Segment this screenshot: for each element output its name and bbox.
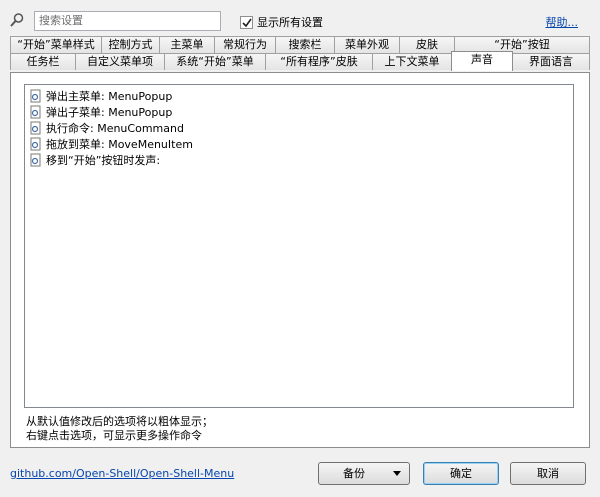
tab-control[interactable]: 控制方式 <box>101 36 160 53</box>
list-item[interactable]: 弹出主菜单: MenuPopup <box>29 88 172 104</box>
list-item[interactable]: 弹出子菜单: MenuPopup <box>29 104 172 120</box>
setting-item-icon <box>30 153 41 167</box>
tab-menu-look[interactable]: 菜单外观 <box>334 36 400 53</box>
tab-language[interactable]: 界面语言 <box>512 53 590 70</box>
tab-taskbar[interactable]: 任务栏 <box>10 53 76 70</box>
tab-custom-menu-items[interactable]: 自定义菜单项 <box>75 53 165 70</box>
list-item[interactable]: 执行命令: MenuCommand <box>29 120 184 136</box>
hint-right-click: 右键点击选项，可显示更多操作命令 <box>26 429 202 442</box>
backup-button-label: 备份 <box>343 467 365 480</box>
show-all-settings-checkbox[interactable]: 显示所有设置 <box>240 14 323 30</box>
checkbox-checked-icon[interactable] <box>240 15 253 29</box>
tab-skin[interactable]: 皮肤 <box>399 36 455 53</box>
cancel-button[interactable]: 取消 <box>510 462 586 485</box>
tab-context-menu[interactable]: 上下文菜单 <box>372 53 452 70</box>
tab-main-menu[interactable]: 主菜单 <box>159 36 215 53</box>
dropdown-arrow-icon <box>393 471 401 476</box>
tab-search-box[interactable]: 搜索栏 <box>275 36 335 53</box>
settings-tabs: “开始”菜单样式 控制方式 主菜单 常规行为 搜索栏 菜单外观 皮肤 “开始”按… <box>10 36 590 72</box>
setting-item-icon <box>30 105 41 119</box>
tab-row-2: 任务栏 自定义菜单项 系统“开始”菜单 “所有程序”皮肤 上下文菜单 声音 界面… <box>10 51 590 71</box>
github-link[interactable]: github.com/Open-Shell/Open-Shell-Menu <box>10 467 234 480</box>
help-link[interactable]: 帮助... <box>546 14 579 30</box>
setting-item-icon <box>30 89 41 103</box>
sound-item-label: 弹出主菜单: MenuPopup <box>46 90 173 103</box>
list-item[interactable]: 移到“开始”按钮时发声: <box>29 152 160 168</box>
tab-system-start-menu[interactable]: 系统“开始”菜单 <box>164 53 266 70</box>
tab-sounds[interactable]: 声音 <box>451 51 513 71</box>
backup-button[interactable]: 备份 <box>318 462 410 485</box>
search-icon <box>9 12 25 28</box>
setting-item-icon <box>30 121 41 135</box>
tab-start-menu-style[interactable]: “开始”菜单样式 <box>10 36 102 53</box>
setting-item-icon <box>30 137 41 151</box>
ok-button[interactable]: 确定 <box>423 462 499 485</box>
sound-item-label: 弹出子菜单: MenuPopup <box>46 106 173 119</box>
search-input[interactable]: 搜索设置 <box>34 11 221 31</box>
list-item[interactable]: 拖放到菜单: MoveMenuItem <box>29 136 193 152</box>
tab-all-programs-skin[interactable]: “所有程序”皮肤 <box>265 53 373 70</box>
sound-item-label: 执行命令: MenuCommand <box>46 122 184 135</box>
sound-item-label: 拖放到菜单: MoveMenuItem <box>46 138 193 151</box>
sound-item-label: 移到“开始”按钮时发声: <box>46 154 161 167</box>
sound-settings-list[interactable]: 弹出主菜单: MenuPopup 弹出子菜单: MenuPopup 执行命令: … <box>24 84 574 408</box>
tab-general-behavior[interactable]: 常规行为 <box>214 36 276 53</box>
show-all-settings-label: 显示所有设置 <box>257 16 323 29</box>
